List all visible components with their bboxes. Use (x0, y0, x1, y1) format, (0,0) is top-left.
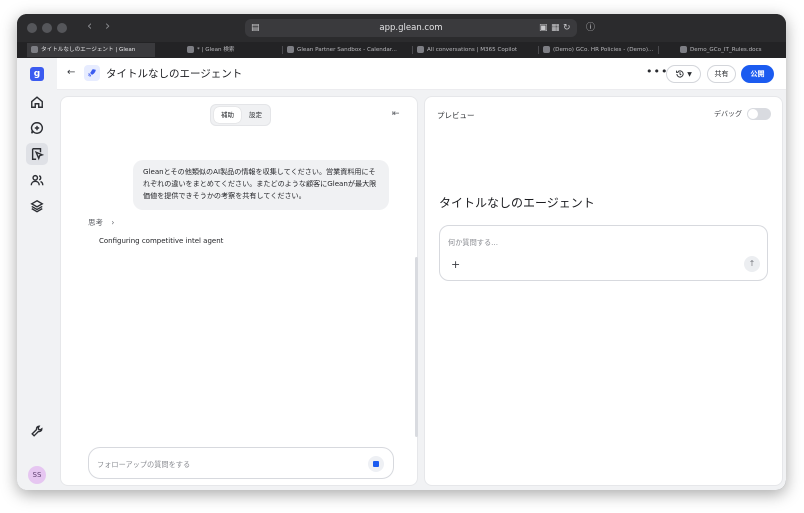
history-button[interactable]: ▼ (666, 65, 701, 83)
tab-favicon-icon (417, 46, 424, 53)
browser-tab[interactable]: Glean Partner Sandbox - Calendar... (283, 43, 413, 57)
builder-mode-toggle: 補助 設定 (210, 104, 271, 126)
browser-back-icon[interactable]: ‹ (87, 19, 92, 35)
agents-button[interactable] (26, 143, 48, 165)
attach-plus-icon[interactable]: + (451, 259, 460, 271)
tab-favicon-icon (287, 46, 294, 53)
new-chat-button[interactable] (26, 117, 48, 139)
browser-titlebar: ‹ › ▤ app.glean.com ▣ ▦ ↻ ⓘ (17, 14, 786, 42)
home-icon (31, 96, 43, 108)
scrollbar[interactable] (415, 257, 418, 437)
builder-panel: 補助 設定 ⇤ Gleanとその他類似のAI製品の情報を収集してください。営業資… (60, 96, 418, 486)
chevron-down-icon: ▼ (687, 70, 692, 78)
stop-icon (373, 461, 379, 467)
tab-bar: タイトルなしのエージェント | Glean * | Glean 検索 Glean… (17, 42, 786, 58)
chat-plus-icon (30, 122, 43, 134)
tab-label: Glean Partner Sandbox - Calendar... (297, 47, 397, 53)
send-arrow-icon[interactable]: ↑ (744, 256, 760, 272)
zoom-window-dot[interactable] (57, 23, 67, 33)
reload-icon[interactable]: ↻ (563, 22, 571, 34)
translate-icon[interactable]: ▣ (539, 22, 548, 34)
preview-question-input[interactable] (448, 235, 748, 249)
close-window-dot[interactable] (27, 23, 37, 33)
left-rail: g SS glean (17, 58, 57, 490)
layers-icon (30, 199, 44, 213)
preview-agent-title: タイトルなしのエージェント (439, 196, 595, 210)
browser-tab[interactable]: * | Glean 検索 (183, 43, 283, 57)
tab-label: Demo_GCo_IT_Rules.docs (690, 47, 762, 53)
address-url: app.glean.com (379, 23, 443, 33)
settings-button[interactable] (26, 420, 48, 442)
thinking-step: Configuring competitive intel agent (99, 237, 224, 245)
browser-tab[interactable]: Demo_GCo_IT_Rules.docs (676, 43, 784, 57)
browser-tab[interactable]: (Demo) GCo. HR Policies - (Demo)... (539, 43, 659, 57)
tab-favicon-icon (543, 46, 550, 53)
wrench-icon (31, 425, 43, 437)
tab-separator (658, 46, 659, 54)
tab-label: タイトルなしのエージェント | Glean (41, 47, 136, 53)
tab-favicon-icon (31, 46, 38, 53)
home-button[interactable] (26, 91, 48, 113)
tab-label: * | Glean 検索 (197, 47, 235, 53)
page-header: ← タイトルなしのエージェント ••• ▼ 共有 公開 (57, 58, 786, 90)
publish-button[interactable]: 公開 (741, 65, 774, 83)
history-icon (676, 70, 684, 78)
address-bar[interactable]: ▤ app.glean.com ▣ ▦ ↻ (245, 19, 577, 37)
tab-label: All conversations | M365 Copilot (427, 47, 518, 53)
preview-chat-box: + ↑ (439, 225, 768, 281)
stop-button[interactable] (368, 456, 384, 472)
people-icon (30, 174, 44, 186)
people-button[interactable] (26, 169, 48, 191)
back-arrow-icon[interactable]: ← (67, 67, 75, 79)
tab-assist[interactable]: 補助 (214, 107, 241, 123)
preview-panel: プレビュー デバッグ タイトルなしのエージェント + ↑ (424, 96, 783, 486)
library-button[interactable] (26, 195, 48, 217)
preview-label: プレビュー (437, 111, 475, 120)
browser-tab[interactable]: タイトルなしのエージェント | Glean (27, 43, 155, 57)
thinking-label: 思考 (88, 218, 103, 227)
debug-label: デバッグ (714, 110, 742, 118)
share-button[interactable]: 共有 (707, 65, 736, 83)
followup-box (88, 447, 394, 479)
tab-favicon-icon (680, 46, 687, 53)
agent-icon (31, 148, 44, 161)
glean-logo[interactable]: g (30, 67, 44, 81)
minimize-window-dot[interactable] (42, 23, 52, 33)
tab-label: (Demo) GCo. HR Policies - (Demo)... (553, 47, 654, 53)
thinking-toggle[interactable]: 思考 › (88, 217, 114, 229)
browser-tab[interactable]: All conversations | M365 Copilot (413, 43, 539, 57)
followup-input[interactable] (97, 457, 357, 471)
browser-forward-icon[interactable]: › (105, 19, 110, 35)
agent-rocket-icon (84, 65, 100, 81)
collapse-panel-icon[interactable]: ⇤ (392, 109, 400, 119)
avatar[interactable]: SS (28, 466, 46, 484)
browser-window: ‹ › ▤ app.glean.com ▣ ▦ ↻ ⓘ タイトルなしのエージェン… (17, 14, 786, 490)
tab-settings[interactable]: 設定 (242, 107, 269, 123)
chevron-right-icon: › (111, 218, 115, 227)
glean-app: g SS glean ← (17, 58, 786, 490)
page-title: タイトルなしのエージェント (106, 68, 243, 80)
info-icon[interactable]: ⓘ (586, 22, 595, 34)
tab-favicon-icon (187, 46, 194, 53)
toggle-knob (748, 109, 758, 119)
reader-icon[interactable]: ▦ (551, 22, 560, 34)
debug-toggle[interactable] (747, 108, 771, 120)
user-message: Gleanとその他類似のAI製品の情報を収集してください。営業資料用にそれぞれの… (133, 160, 389, 210)
rocket-icon (88, 69, 96, 77)
